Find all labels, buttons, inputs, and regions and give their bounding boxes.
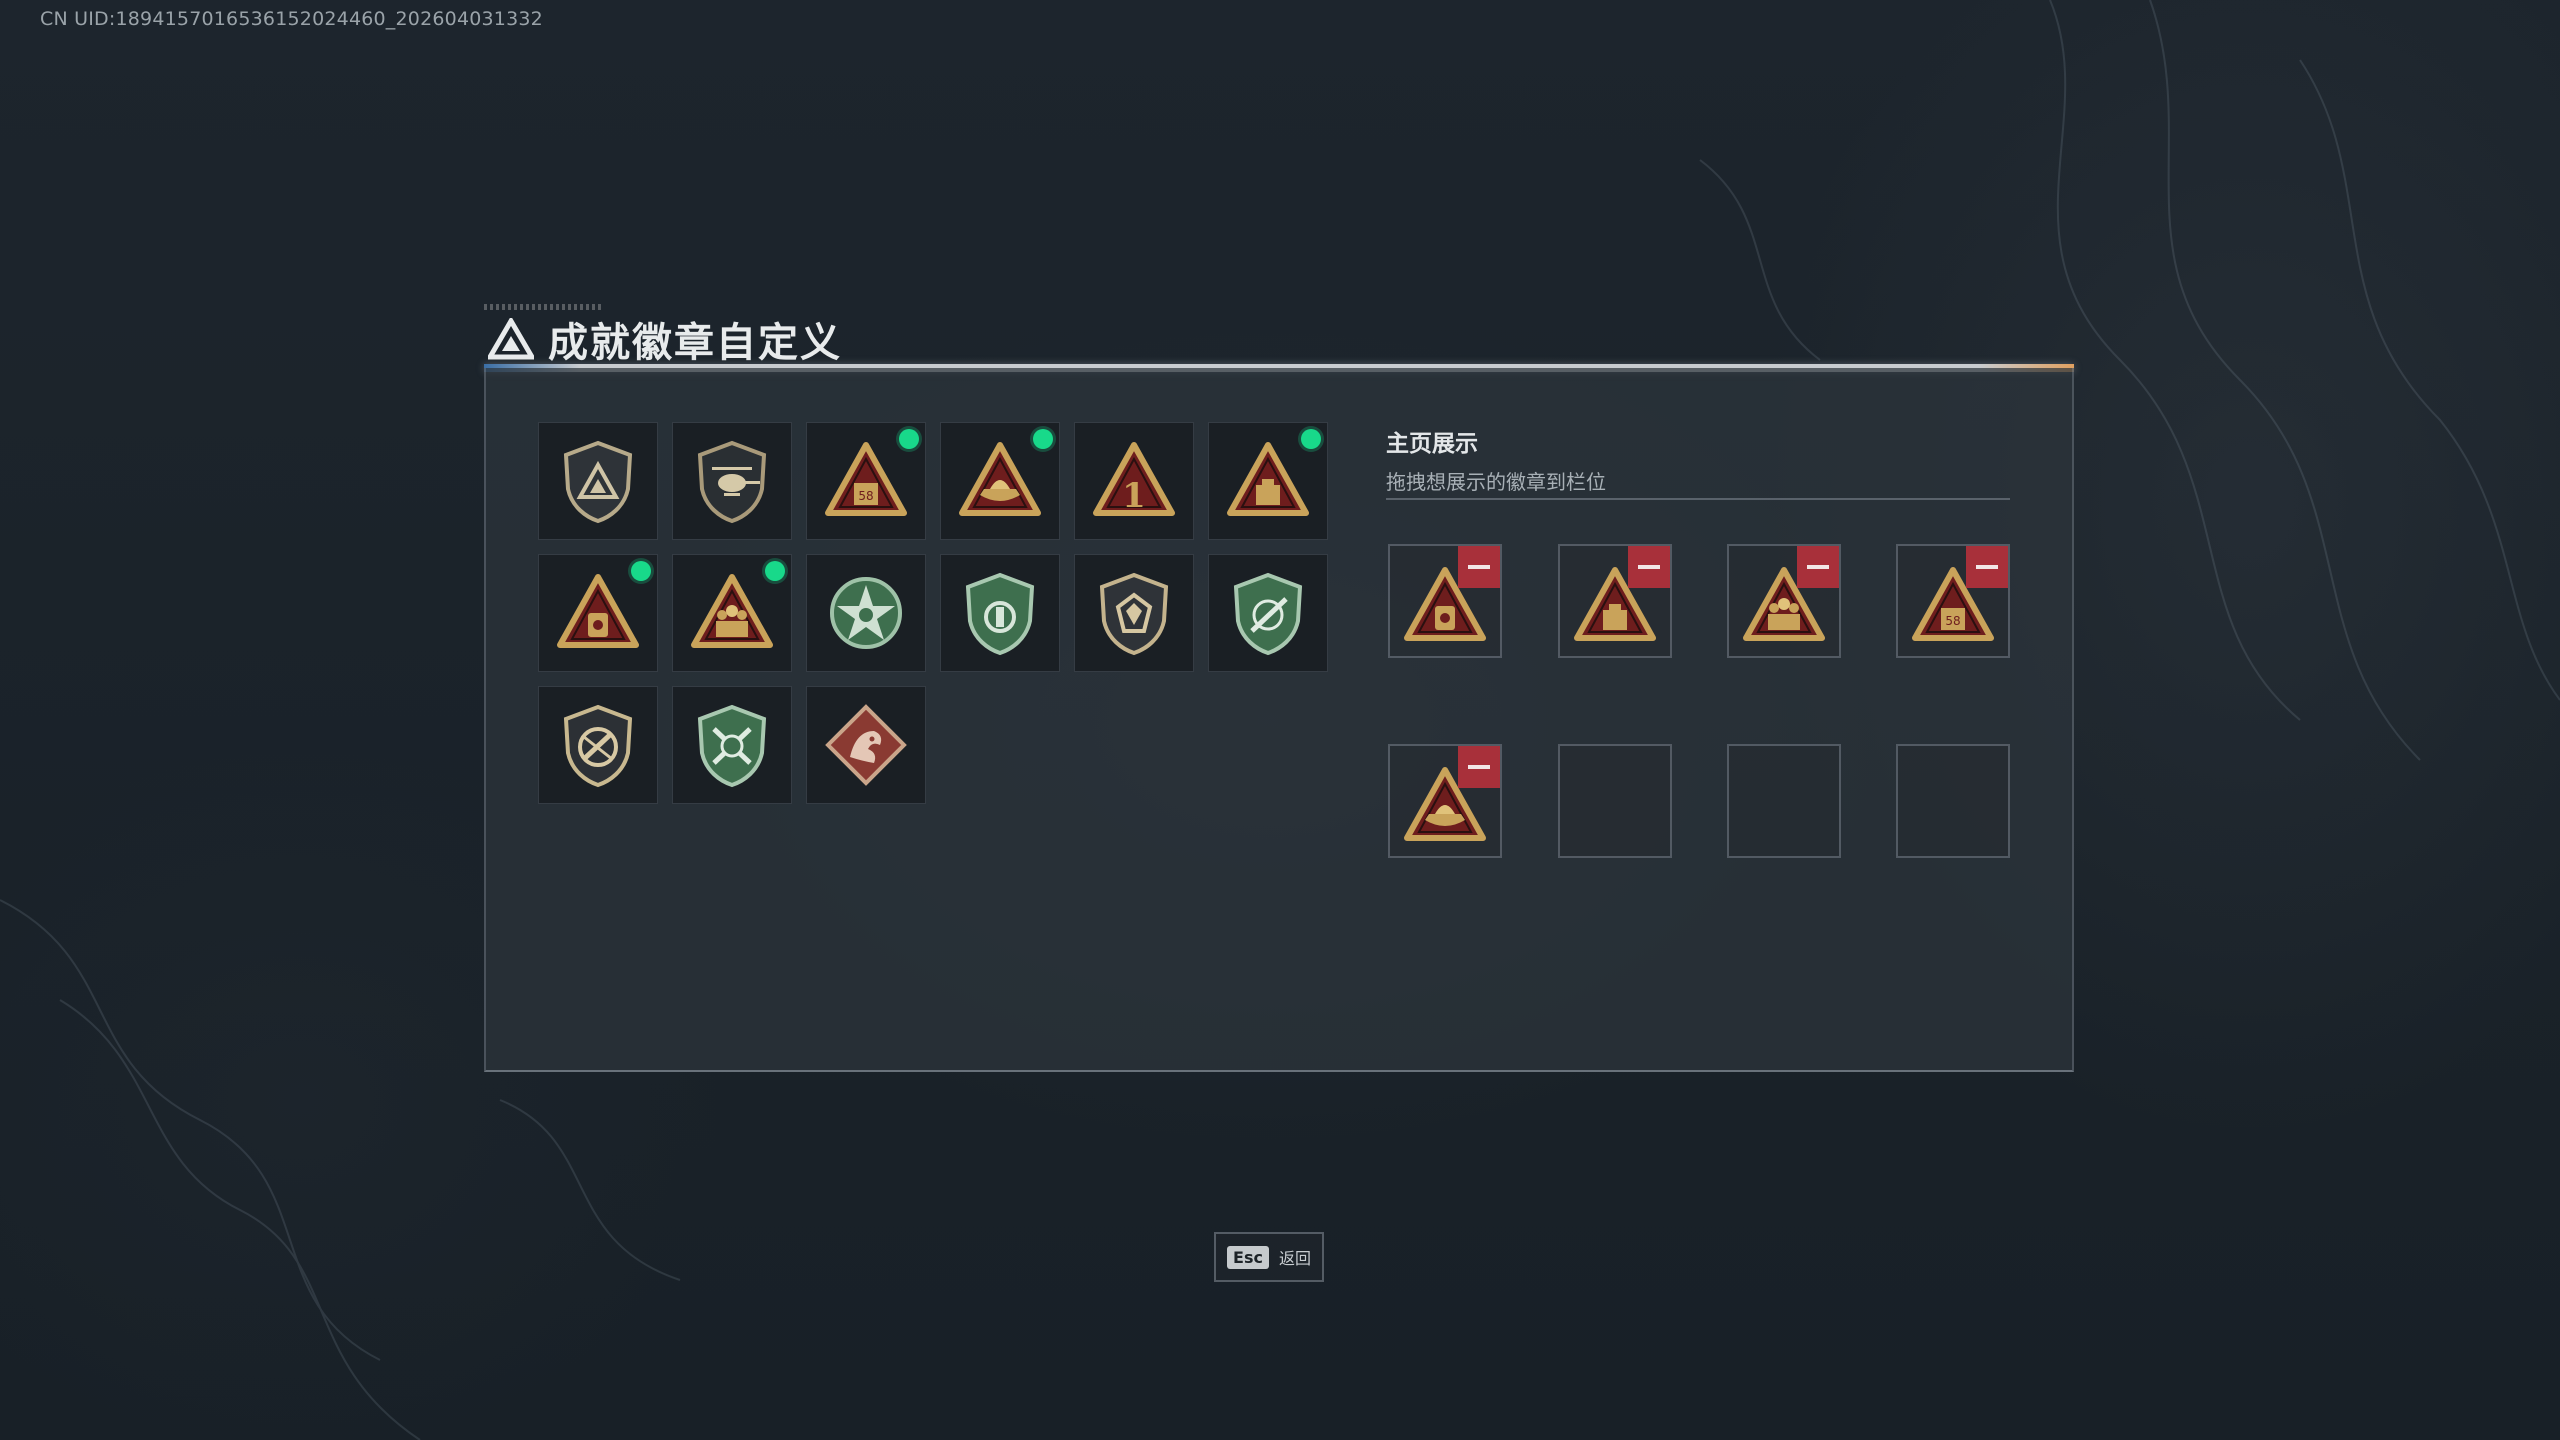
badge-cell[interactable] [806,686,926,804]
minus-icon [1976,565,1998,569]
page-header: 成就徽章自定义 [488,308,842,370]
badge-cell[interactable] [538,422,658,540]
new-indicator-dot [1301,429,1321,449]
display-slot-filled[interactable] [1388,744,1502,858]
badge-cell[interactable] [940,422,1060,540]
triangle-soldiers-badge-icon [691,574,773,648]
remove-badge-button[interactable] [1458,746,1500,788]
display-title: 主页展示 [1386,431,1478,457]
uid-label: CN UID:1894157016536152024460_2026040313… [40,8,543,30]
display-slot-filled[interactable] [1388,544,1502,658]
svg-text:58: 58 [858,489,873,503]
page-title: 成就徽章自定义 [548,320,842,366]
display-slot-filled[interactable] [1727,544,1841,658]
esc-key-icon: Esc [1227,1245,1269,1269]
delta-logo-icon [488,318,534,360]
minus-icon [1468,565,1490,569]
badge-cell[interactable] [1208,422,1328,540]
new-indicator-dot [765,561,785,581]
remove-badge-button[interactable] [1628,546,1670,588]
minus-icon [1638,565,1660,569]
triangle-box-badge-icon [1227,442,1309,516]
display-divider [1386,498,2010,500]
display-slot-empty[interactable] [1727,744,1841,858]
new-indicator-dot [631,561,651,581]
display-header: 主页展示 拖拽想展示的徽章到栏位 [1386,424,2010,495]
badge-collection-grid: 58 1 [538,422,1328,804]
back-label: 返回 [1278,1249,1311,1268]
badge-cell[interactable] [672,554,792,672]
triangle-lantern-badge-icon [557,574,639,648]
remove-badge-button[interactable] [1797,546,1839,588]
new-indicator-dot [1033,429,1053,449]
triangle-boat-badge-icon [959,442,1041,516]
display-slot-filled[interactable] [1558,544,1672,658]
shield-helicopter-badge-icon [697,440,767,524]
green-crossed-rifles-badge-icon [697,704,767,788]
triangle-58-badge-icon: 58 [825,442,907,516]
back-button[interactable]: Esc 返回 [1214,1232,1324,1282]
badge-cell[interactable] [538,686,658,804]
green-crest-badge-icon [965,572,1035,656]
shield-no-rifle-badge-icon [563,704,633,788]
remove-badge-button[interactable] [1966,546,2008,588]
minus-icon [1468,765,1490,769]
shield-gem-badge-icon [1099,572,1169,656]
display-subtitle: 拖拽想展示的徽章到栏位 [1386,470,1606,494]
shield-triangle-badge-icon [563,440,633,524]
minus-icon [1807,565,1829,569]
display-slot-filled[interactable]: 58 [1896,544,2010,658]
badge-cell[interactable] [538,554,658,672]
svg-text:1: 1 [1122,476,1146,516]
badge-cell[interactable]: 1 [1074,422,1194,540]
red-dragon-badge-icon [825,704,907,786]
badge-cell[interactable] [672,422,792,540]
green-shield-rifle-badge-icon [1233,572,1303,656]
green-star-badge-icon [830,577,902,649]
badge-cell[interactable] [1208,554,1328,672]
display-slot-empty[interactable] [1896,744,2010,858]
badge-cell[interactable] [806,554,926,672]
display-slot-empty[interactable] [1558,744,1672,858]
triangle-number-one-badge-icon: 1 [1093,442,1175,516]
svg-text:58: 58 [1945,614,1960,628]
badge-cell[interactable] [1074,554,1194,672]
badge-cell[interactable]: 58 [806,422,926,540]
new-indicator-dot [899,429,919,449]
badge-cell[interactable] [672,686,792,804]
remove-badge-button[interactable] [1458,546,1500,588]
badge-cell[interactable] [940,554,1060,672]
